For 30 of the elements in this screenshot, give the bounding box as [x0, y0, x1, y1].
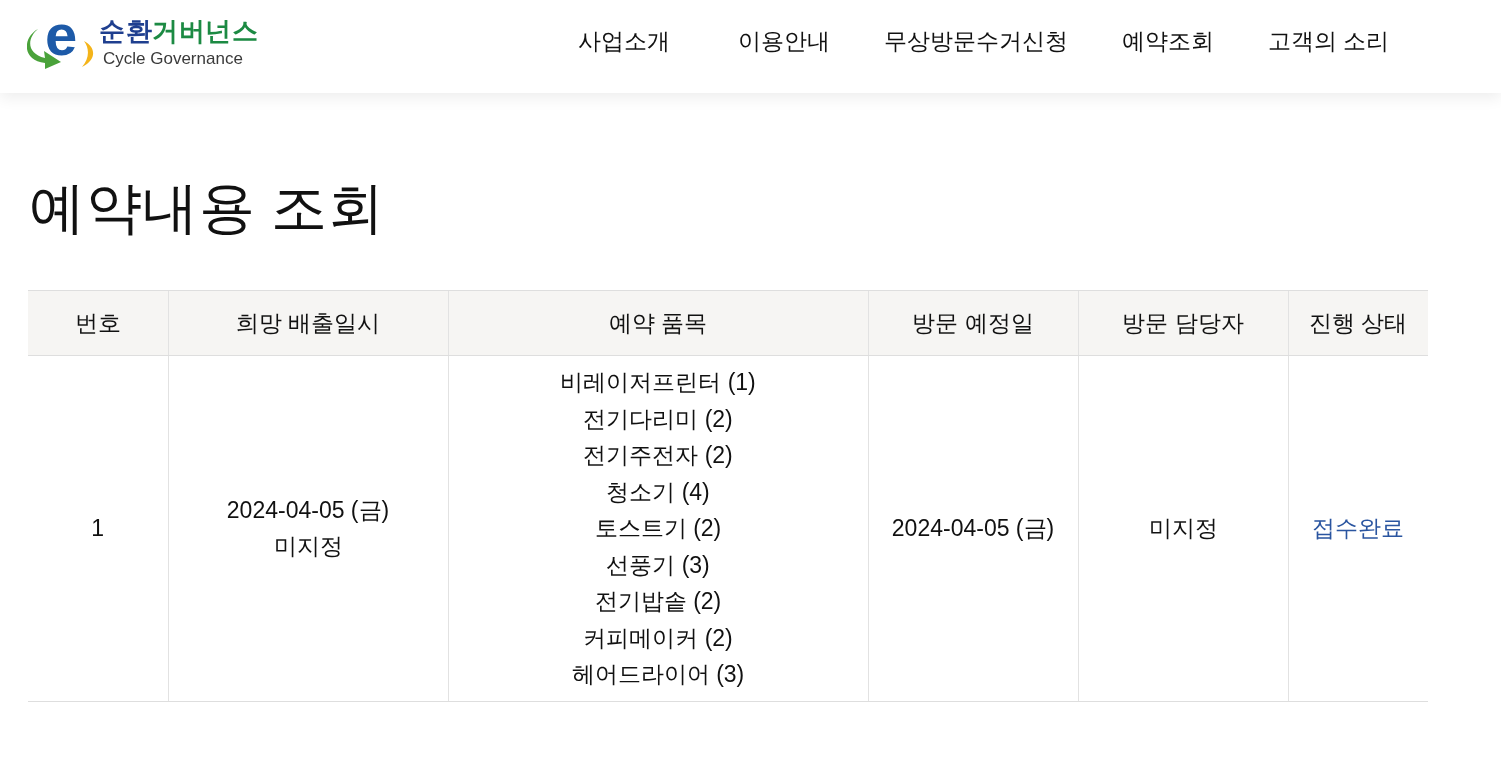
table-cell: 1: [28, 355, 168, 701]
column-header: 방문 담당자: [1078, 290, 1288, 356]
status-cell: 접수완료: [1288, 355, 1428, 701]
reservation-item: 청소기 (4): [605, 477, 711, 507]
reservation-item: 비레이저프린터 (1): [559, 368, 757, 397]
reservation-item: 선풍기 (3): [605, 550, 711, 580]
table-cell: 미지정: [1078, 355, 1288, 701]
desired-time: 미지정: [272, 532, 344, 562]
column-header: 진행 상태: [1288, 290, 1428, 356]
reservation-item: 헤어드라이어 (3): [570, 660, 746, 689]
column-header: 방문 예정일: [868, 290, 1078, 356]
nav-link[interactable]: 무상방문수거신청: [883, 26, 1068, 57]
desired-date: 2024-04-05 (금): [225, 495, 391, 525]
table-cell: 2024-04-05 (금): [868, 355, 1078, 701]
nav-link[interactable]: 이용안내: [737, 26, 830, 57]
column-header: 희망 배출일시: [168, 290, 448, 356]
nav-link[interactable]: 고객의 소리: [1267, 26, 1389, 57]
nav-link[interactable]: 사업소개: [577, 26, 670, 57]
reservation-item: 토스트기 (2): [593, 514, 723, 543]
logo-subtitle: Cycle Governance: [103, 47, 244, 70]
crescent-icon: [82, 40, 95, 67]
reservation-item: 전기다리미 (2): [582, 404, 734, 434]
nav-link[interactable]: 예약조회: [1121, 26, 1214, 57]
reservation-item: 커피메이커 (2): [582, 623, 734, 653]
column-header: 번호: [28, 290, 168, 356]
page-title: 예약내용 조회: [29, 175, 386, 241]
reservation-item: 전기밥솥 (2): [593, 587, 723, 616]
logo-title: 순환거버넌스: [99, 15, 258, 46]
column-header: 예약 품목: [448, 290, 868, 356]
reservation-item: 전기주전자 (2): [582, 441, 734, 470]
